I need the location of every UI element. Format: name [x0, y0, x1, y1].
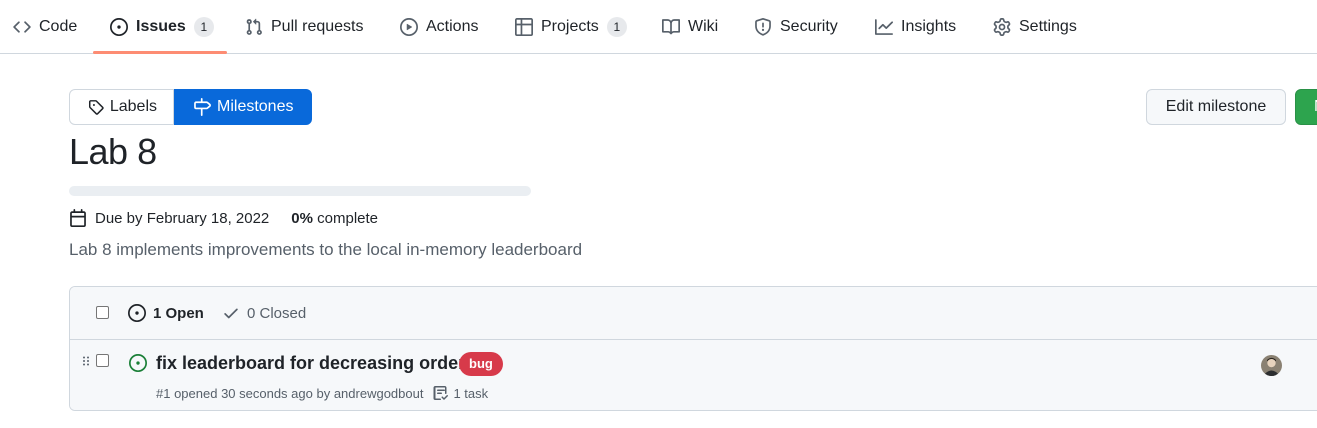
milestone-meta: Due by February 18, 2022 0% complete	[69, 208, 378, 228]
milestone-due-date: Due by February 18, 2022	[95, 209, 270, 227]
tab-projects-label: Projects	[541, 17, 599, 35]
code-icon	[13, 20, 31, 33]
tab-wiki-label: Wiki	[688, 17, 719, 35]
tab-issues[interactable]: Issues 1	[110, 0, 214, 53]
play-icon	[400, 17, 418, 36]
edit-milestone-button[interactable]: Edit milestone	[1146, 89, 1286, 125]
assignee-avatar[interactable]	[1261, 355, 1282, 376]
table-icon	[515, 17, 533, 36]
issue-opened-icon	[110, 17, 128, 36]
tab-insights-label: Insights	[901, 17, 957, 35]
issues-count-badge: 1	[193, 16, 214, 37]
issue-opened-icon	[128, 304, 146, 322]
issue-author-link[interactable]: andrewgodbout	[334, 386, 424, 401]
labels-link-text: Labels	[109, 98, 157, 115]
tab-security[interactable]: Security	[754, 0, 838, 53]
issue-task-count: 1 task	[453, 385, 489, 401]
milestone-issues-box: 1 Open 0 Closed fix leaderboard for decr…	[69, 286, 1317, 411]
issue-task-progress: 1 task	[433, 385, 488, 401]
milestone-progress-bar	[69, 186, 531, 196]
tab-settings[interactable]: Settings	[993, 0, 1077, 53]
shield-icon	[755, 17, 771, 36]
drag-handle-icon[interactable]	[82, 356, 90, 366]
milestone-percent-complete: 0% complete	[291, 210, 378, 227]
issue-label-bug[interactable]: bug	[459, 352, 503, 376]
milestone-percent-suffix: complete	[317, 209, 379, 227]
tab-actions-label: Actions	[426, 17, 479, 35]
milestone-description: Lab 8 implements improvements to the loc…	[69, 240, 583, 259]
selected-tab-underline	[93, 51, 227, 54]
tab-projects[interactable]: Projects 1	[515, 0, 627, 53]
milestone-icon	[194, 98, 211, 116]
checklist-icon	[433, 386, 449, 400]
new-issue-button[interactable]: N	[1295, 89, 1317, 125]
tab-wiki[interactable]: Wiki	[662, 0, 718, 53]
issue-opened-icon	[129, 354, 147, 372]
milestone-percent-value: 0%	[291, 209, 313, 227]
open-issues-count: 1 Open	[153, 304, 204, 322]
tab-code[interactable]: Code	[13, 0, 77, 53]
open-issues-filter[interactable]: 1 Open	[128, 304, 204, 322]
check-icon	[224, 308, 238, 319]
graph-icon	[875, 18, 893, 35]
issue-title-link[interactable]: fix leaderboard for decreasing order	[156, 353, 465, 374]
book-icon	[662, 18, 680, 34]
tab-insights[interactable]: Insights	[875, 0, 956, 53]
gear-icon	[993, 17, 1011, 36]
tab-actions[interactable]: Actions	[400, 0, 478, 53]
tab-security-label: Security	[780, 17, 838, 35]
select-all-checkbox[interactable]	[96, 306, 109, 319]
repo-nav: Code Issues 1 Pull requests Actions Proj…	[0, 0, 1317, 54]
milestones-link[interactable]: Milestones	[174, 89, 312, 125]
projects-count-badge: 1	[606, 16, 627, 37]
labels-milestones-subnav: Labels Milestones	[69, 89, 312, 125]
labels-link[interactable]: Labels	[69, 89, 174, 125]
closed-issues-filter[interactable]: 0 Closed	[222, 304, 306, 322]
issue-opened-text: #1 opened 30 seconds ago by	[156, 385, 331, 401]
git-pull-request-icon	[246, 18, 262, 35]
closed-issues-count: 0 Closed	[247, 304, 307, 322]
issue-select-checkbox[interactable]	[96, 354, 109, 367]
milestones-link-text: Milestones	[217, 98, 294, 115]
tab-pull-requests[interactable]: Pull requests	[245, 0, 364, 53]
avatar-image	[1261, 355, 1282, 376]
tab-code-label: Code	[39, 17, 78, 35]
milestone-title: Lab 8	[69, 131, 157, 172]
tab-issues-label: Issues	[136, 17, 186, 35]
tab-pull-requests-label: Pull requests	[271, 17, 364, 35]
calendar-icon	[70, 209, 86, 227]
issue-list-item[interactable]: fix leaderboard for decreasing order bug…	[70, 340, 1317, 410]
tag-icon	[88, 100, 104, 115]
issue-meta: #1 opened 30 seconds ago by andrewgodbou…	[156, 385, 488, 401]
tab-settings-label: Settings	[1019, 17, 1077, 35]
issues-box-header: 1 Open 0 Closed	[70, 287, 1317, 340]
